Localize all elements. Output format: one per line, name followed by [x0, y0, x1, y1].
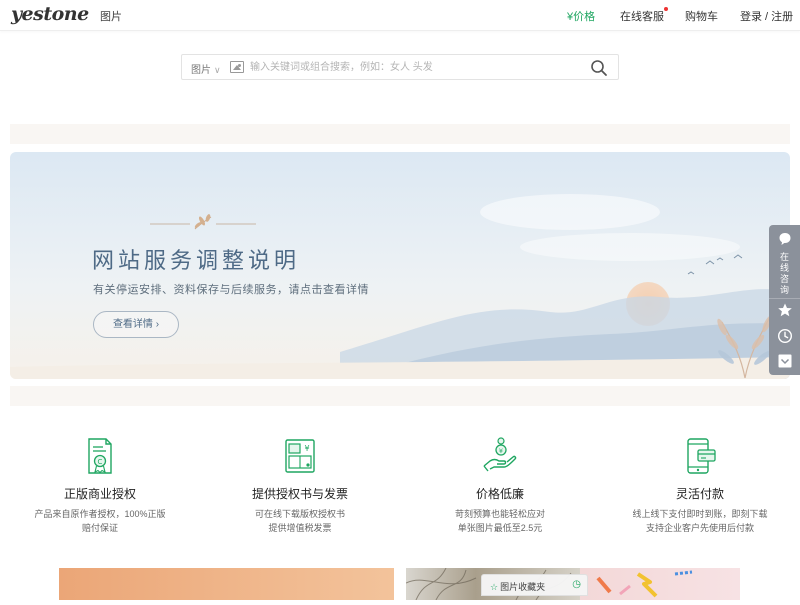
search-input[interactable]: [250, 58, 570, 76]
favorite-button[interactable]: [769, 302, 800, 323]
certificate-icon: C: [88, 438, 112, 474]
payment-icon: [687, 438, 716, 474]
nav-online-service-link[interactable]: 在线客服: [620, 7, 668, 24]
feature-desc-line: 可在线下载版权授权书: [254, 509, 345, 519]
feature-desc-line: 支持企业客户先使用后付款: [645, 523, 754, 533]
nav-online-service-label: 在线客服: [620, 11, 664, 23]
floating-sidebar: 在线咨询: [769, 225, 800, 375]
banner-title: 网站服务调整说明: [92, 249, 301, 274]
feature-license-invoice: ¥ 提供授权书与发票 可在线下载版权授权书 提供增值税发票: [215, 436, 385, 535]
chevron-down-icon: ∨: [214, 65, 221, 75]
feature-description: 产品来自原作者授权，100%正版 赔付保证: [15, 507, 185, 535]
feature-desc-line: 赔付保证: [81, 523, 118, 533]
feature-title: 正版商业授权: [63, 487, 136, 501]
feature-title: 价格低廉: [475, 487, 524, 501]
favorites-label: 图片收藏夹: [500, 582, 546, 592]
svg-text:¥: ¥: [304, 444, 309, 453]
online-consult-button[interactable]: 在线咨询: [769, 229, 800, 299]
favorites-bar: ☆ 图片收藏夹 ◷: [481, 574, 588, 596]
search-icon[interactable]: [590, 59, 608, 82]
image-search-icon[interactable]: [230, 61, 244, 73]
banner-top-strip: [10, 124, 790, 144]
feature-low-price: ¥ 价格低廉 苛刻预算也能轻松应对 单张图片最低至2.5元: [415, 436, 585, 535]
search-bar: 图片 ∨: [181, 54, 619, 80]
star-icon: [777, 303, 792, 317]
star-outline-icon: ☆: [490, 582, 499, 592]
clock-icon: [777, 328, 792, 344]
nav-price-link[interactable]: ¥价格: [567, 8, 595, 24]
gallery-thumbnail[interactable]: [59, 568, 394, 600]
feature-desc-line: 提供增值税发票: [268, 523, 332, 533]
svg-text:¥: ¥: [499, 447, 503, 455]
arrow-down-box-icon: [778, 354, 791, 368]
feature-commercial-license: C 正版商业授权 产品来自原作者授权，100%正版 赔付保证: [15, 436, 185, 535]
feature-title: 灵活付款: [675, 487, 724, 501]
feature-description: 可在线下载版权授权书 提供增值税发票: [215, 507, 385, 535]
nav-images-link[interactable]: 图片: [100, 8, 122, 24]
view-details-button[interactable]: 查看详情 ›: [93, 311, 179, 338]
feature-desc-line: 苛刻预算也能轻松应对: [454, 509, 545, 519]
site-logo[interactable]: yestone: [11, 3, 89, 25]
search-category-dropdown[interactable]: 图片 ∨: [191, 61, 221, 76]
scroll-down-button[interactable]: [769, 353, 800, 374]
svg-text:C: C: [98, 458, 103, 466]
price-hand-icon: ¥: [483, 437, 517, 472]
leaf-ornament-icon: [151, 213, 255, 238]
feature-description: 苛刻预算也能轻松应对 单张图片最低至2.5元: [415, 507, 585, 535]
history-button[interactable]: [769, 328, 800, 349]
nav-login-register-link[interactable]: 登录 / 注册: [740, 8, 793, 24]
favorites-button[interactable]: ☆ 图片收藏夹: [490, 580, 545, 593]
chat-bubble-icon: [779, 233, 790, 245]
gallery-thumbnail[interactable]: [580, 568, 740, 600]
feature-desc-line: 线上线下支付即时到账，即刻下载: [632, 509, 768, 519]
nav-cart-link[interactable]: 购物车: [685, 8, 718, 24]
top-header: yestone 图片 ¥价格 在线客服 购物车 登录 / 注册: [0, 0, 800, 31]
thumbnail-pattern: [596, 570, 693, 598]
banner-subtitle: 有关停运安排、资料保存与后续服务，请点击查看详情: [93, 284, 369, 296]
online-consult-label: 在线咨询: [779, 252, 789, 295]
feature-title: 提供授权书与发票: [251, 487, 348, 501]
search-category-label: 图片: [191, 65, 211, 76]
feature-desc-line: 产品来自原作者授权，100%正版: [34, 509, 166, 519]
hero-banner[interactable]: 网站服务调整说明 有关停运安排、资料保存与后续服务，请点击查看详情 查看详情 ›: [10, 152, 790, 379]
feature-desc-line: 单张图片最低至2.5元: [457, 523, 543, 533]
license-invoice-icon: ¥: [285, 439, 315, 473]
banner-bottom-strip: [10, 386, 790, 406]
history-clock-icon[interactable]: ◷: [572, 579, 581, 590]
feature-description: 线上线下支付即时到账，即刻下载 支持企业客户先使用后付款: [615, 507, 785, 535]
feature-flexible-payment: 灵活付款 线上线下支付即时到账，即刻下载 支持企业客户先使用后付款: [615, 436, 785, 535]
notification-dot: [664, 7, 668, 11]
